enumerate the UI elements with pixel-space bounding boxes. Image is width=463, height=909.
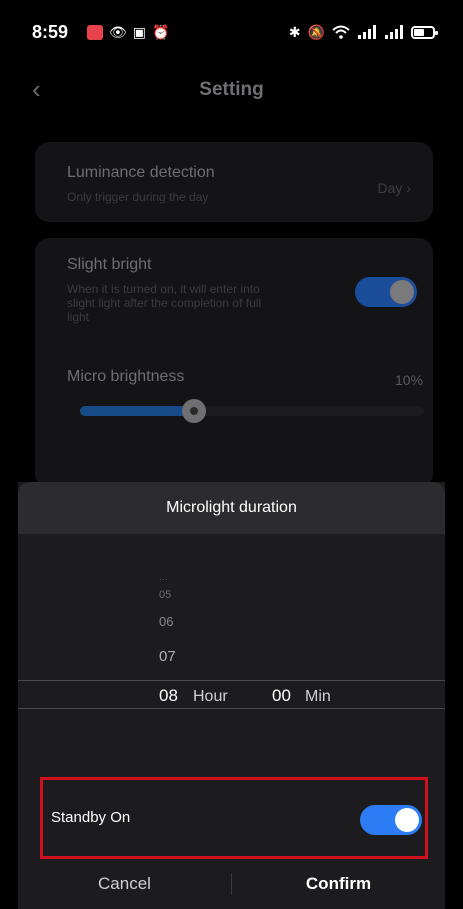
bluetooth-icon: ✱ [288, 24, 301, 40]
slider-fill [80, 406, 194, 416]
nfc-icon: ▣ [132, 24, 147, 40]
signal-icon [358, 25, 376, 39]
micro-brightness-value: 10% [394, 372, 423, 388]
luminance-detection-card[interactable]: Luminance detection Only trigger during … [35, 142, 433, 222]
hour-option[interactable]: 05 [159, 589, 171, 601]
minute-unit-label: Min [305, 688, 331, 705]
status-bar: 8:59 👁 ▣ ⏰ ✱ 🔕 [0, 0, 463, 62]
slider-thumb[interactable] [182, 399, 206, 423]
eye-icon: 👁 [109, 24, 127, 40]
chevron-right-icon: › [406, 180, 411, 196]
hour-option[interactable]: … [159, 572, 168, 582]
wifi-icon [332, 25, 350, 39]
status-time: 8:59 [32, 22, 69, 42]
hour-option[interactable]: 07 [159, 648, 176, 665]
standby-toggle[interactable] [360, 805, 422, 835]
luminance-value: Day › [377, 180, 411, 196]
micro-brightness-label: Micro brightness [67, 368, 185, 385]
slight-bright-desc-3: light [67, 310, 90, 324]
battery-icon [411, 25, 438, 39]
selected-hour[interactable]: 08 [159, 686, 178, 706]
mute-icon: 🔕 [307, 24, 325, 40]
duration-picker[interactable]: … 05 06 07 08 Hour 00 Min [18, 534, 445, 774]
hour-unit-label: Hour [193, 688, 228, 705]
luminance-subtitle: Only trigger during the day [67, 190, 209, 204]
signal-icon [385, 25, 403, 39]
slight-bright-toggle[interactable] [355, 277, 417, 307]
selected-minute[interactable]: 00 [272, 686, 291, 706]
page-title: Setting [199, 79, 264, 100]
slight-bright-desc-2: slight light after the completion of ful… [67, 296, 262, 310]
sheet-header: Microlight duration [18, 482, 445, 534]
micro-brightness-slider[interactable] [80, 399, 424, 423]
luminance-title: Luminance detection [67, 164, 215, 181]
sheet-actions: Cancel Confirm [18, 859, 445, 909]
slight-bright-title: Slight bright [67, 256, 152, 273]
standby-row: Standby On [40, 777, 428, 859]
app-notification-icon [87, 24, 103, 40]
microlight-duration-sheet: Microlight duration … 05 06 07 08 Hour 0… [18, 482, 445, 909]
standby-label: Standby On [51, 809, 131, 826]
settings-page: ‹ Setting Luminance detection Only trigg… [18, 62, 445, 488]
hour-option[interactable]: 06 [159, 614, 173, 629]
sheet-title: Microlight duration [166, 499, 297, 516]
slight-bright-desc-1: When it is turned on, it will enter into [67, 282, 260, 296]
confirm-button[interactable]: Confirm [232, 859, 445, 909]
picker-divider [18, 680, 445, 681]
slight-bright-card: Slight bright When it is turned on, it w… [35, 238, 433, 488]
picker-divider [18, 708, 445, 709]
cancel-button[interactable]: Cancel [18, 859, 231, 909]
alarm-icon: ⏰ [152, 24, 170, 40]
